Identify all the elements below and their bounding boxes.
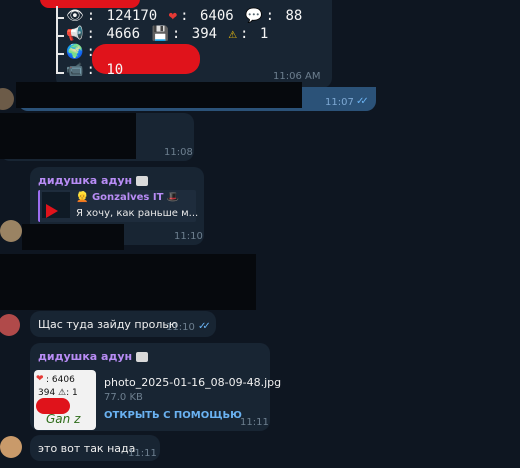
reply-quote[interactable]: 👱 Gonzalves IT 🎩 Я хочу, как раньше м... (38, 190, 199, 222)
sender-name[interactable]: дидушка адун (38, 174, 148, 187)
heart-icon: ❤ (36, 374, 44, 384)
redaction-block (0, 254, 256, 310)
message-time: 11:10 (166, 322, 195, 333)
reply-snippet: Я хочу, как раньше м... (76, 208, 199, 219)
tree-branch (56, 72, 64, 74)
avatar[interactable] (0, 88, 14, 110)
eye-icon: 👁 (66, 8, 84, 24)
open-with-button[interactable]: ОТКРЫТЬ С ПОМОЩЬЮ (104, 410, 242, 421)
megaphone-icon: 📢 (66, 26, 84, 42)
message-time: 11:11 (240, 417, 269, 428)
thumb-scribble: Gan z (46, 412, 81, 426)
message-time: 11:11 (128, 448, 157, 459)
avatar[interactable] (0, 436, 22, 458)
videos-count: 10 (106, 62, 124, 78)
message-time: 11:08 (164, 147, 193, 158)
tree-branch (56, 17, 64, 19)
stats-row-4: 📹: 10 (66, 62, 124, 78)
robot-emoji-icon (135, 352, 148, 362)
stats-row-2: 📢: 4666 💾: 394 ⚠: 1 (66, 26, 269, 42)
thumb-likes: : 6406 (46, 375, 75, 385)
views-count: 124170 (106, 8, 158, 24)
tree-branch (56, 53, 64, 55)
redaction-block (0, 113, 136, 159)
comments-count: 88 (285, 8, 303, 24)
file-size: 77.0 KB (104, 392, 143, 403)
likes-count: 6406 (199, 8, 234, 24)
message-time: 11:07 (325, 97, 354, 108)
message-text: это вот так нада (38, 442, 136, 455)
stats-time: 11:06 AM (273, 71, 321, 82)
reply-author: 👱 Gonzalves IT 🎩 (76, 192, 180, 203)
person-emoji-icon: 👱 (76, 192, 89, 203)
saves-count: 394 (191, 26, 218, 42)
warnings-count: 1 (259, 26, 269, 42)
image-thumbnail[interactable]: ❤ : 6406 394 ⚠: 1 Gan z (34, 370, 96, 430)
stats-row-1: 👁: 124170 ❤: 6406 💬: 88 (66, 8, 303, 24)
double-check-icon: ✓✓ (198, 321, 211, 332)
file-name[interactable]: photo_2025-01-16_08-09-48.jpg (104, 376, 281, 389)
avatar[interactable] (0, 314, 20, 336)
reposts-count: 4666 (106, 26, 141, 42)
floppy-disk-icon: 💾 (151, 26, 169, 42)
redaction-block (22, 224, 124, 250)
warning-icon: ⚠ (228, 26, 237, 42)
hat-emoji-icon: 🎩 (166, 192, 180, 203)
reply-thumbnail (42, 192, 70, 218)
message-time: 11:10 (174, 231, 203, 242)
globe-icon: 🌍 (66, 44, 84, 60)
redaction-block (16, 82, 302, 108)
tree-branch (56, 35, 64, 37)
double-check-icon: ✓✓ (356, 96, 369, 107)
sender-name[interactable]: дидушка адун (38, 350, 148, 363)
video-camera-icon: 📹 (66, 62, 84, 78)
heart-icon: ❤ (168, 8, 178, 24)
message-text: Щас туда зайду пролью (38, 318, 179, 331)
redaction-mark (40, 0, 140, 8)
avatar[interactable] (0, 220, 22, 242)
speech-bubble-icon: 💬 (245, 8, 263, 24)
robot-emoji-icon (135, 176, 148, 186)
thumb-saves: 394 ⚠: 1 (38, 388, 78, 398)
